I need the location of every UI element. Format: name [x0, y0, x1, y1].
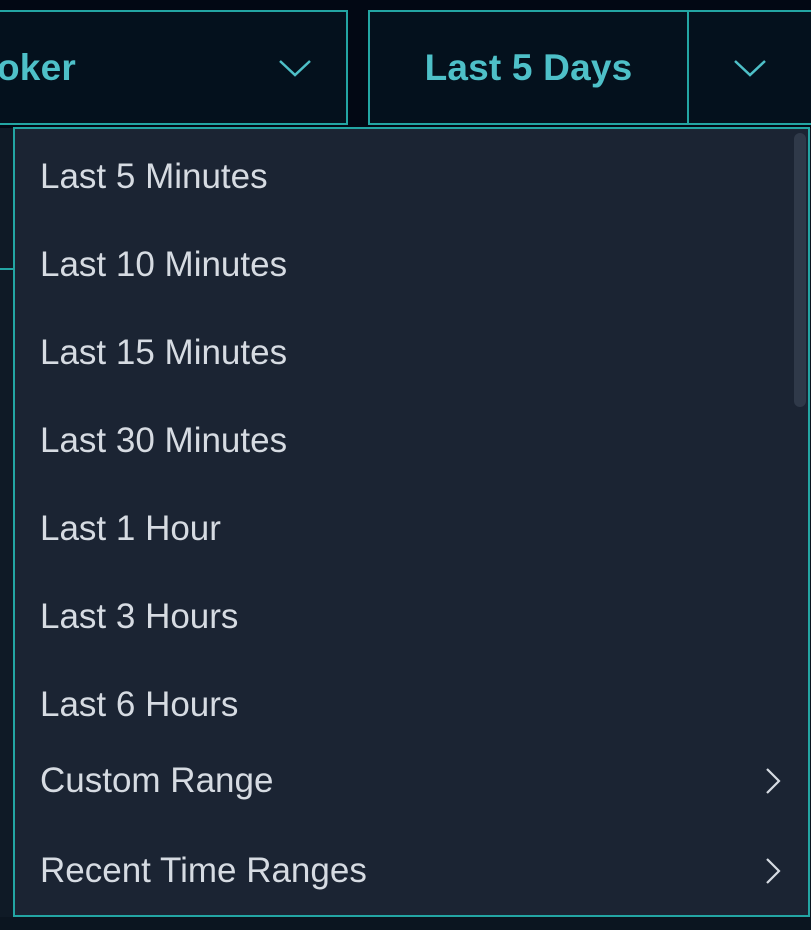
- time-range-toggle-button[interactable]: [687, 10, 811, 125]
- option-last-6-hours[interactable]: Last 6 Hours: [15, 665, 788, 745]
- option-last-15-minutes[interactable]: Last 15 Minutes: [15, 313, 788, 393]
- option-last-30-minutes[interactable]: Last 30 Minutes: [15, 401, 788, 481]
- background-divider: [0, 268, 14, 270]
- chevron-right-icon: [766, 768, 781, 794]
- option-label: Recent Time Ranges: [40, 851, 367, 890]
- option-last-5-minutes[interactable]: Last 5 Minutes: [15, 137, 788, 217]
- option-label: Last 5 Minutes: [40, 157, 268, 196]
- source-select[interactable]: oker: [0, 10, 348, 125]
- chevron-down-icon: [734, 59, 766, 77]
- dropdown-scrollbar[interactable]: [794, 133, 806, 407]
- option-label: Last 30 Minutes: [40, 421, 288, 460]
- option-last-10-minutes[interactable]: Last 10 Minutes: [15, 225, 788, 305]
- option-label: Last 6 Hours: [40, 685, 239, 724]
- option-last-3-hours[interactable]: Last 3 Hours: [15, 577, 788, 657]
- option-label: Last 3 Hours: [40, 597, 239, 636]
- option-label: Last 1 Hour: [40, 509, 221, 548]
- time-range-select[interactable]: Last 5 Days: [368, 10, 689, 125]
- background-footer: [0, 917, 811, 930]
- chevron-right-icon: [766, 858, 781, 884]
- background-panel: [0, 128, 14, 930]
- option-custom-range[interactable]: Custom Range: [15, 741, 788, 821]
- source-select-value: oker: [0, 46, 76, 88]
- time-range-dropdown: Last 5 Minutes Last 10 Minutes Last 15 M…: [13, 127, 810, 917]
- option-last-1-hour[interactable]: Last 1 Hour: [15, 489, 788, 569]
- option-label: Last 15 Minutes: [40, 333, 288, 372]
- option-label: Last 10 Minutes: [40, 245, 288, 284]
- time-range-select-value: Last 5 Days: [424, 46, 633, 88]
- filter-toolbar: oker Last 5 Days: [0, 0, 811, 128]
- option-recent-time-ranges[interactable]: Recent Time Ranges: [15, 831, 788, 911]
- option-label: Custom Range: [40, 761, 274, 800]
- chevron-down-icon: [279, 59, 311, 77]
